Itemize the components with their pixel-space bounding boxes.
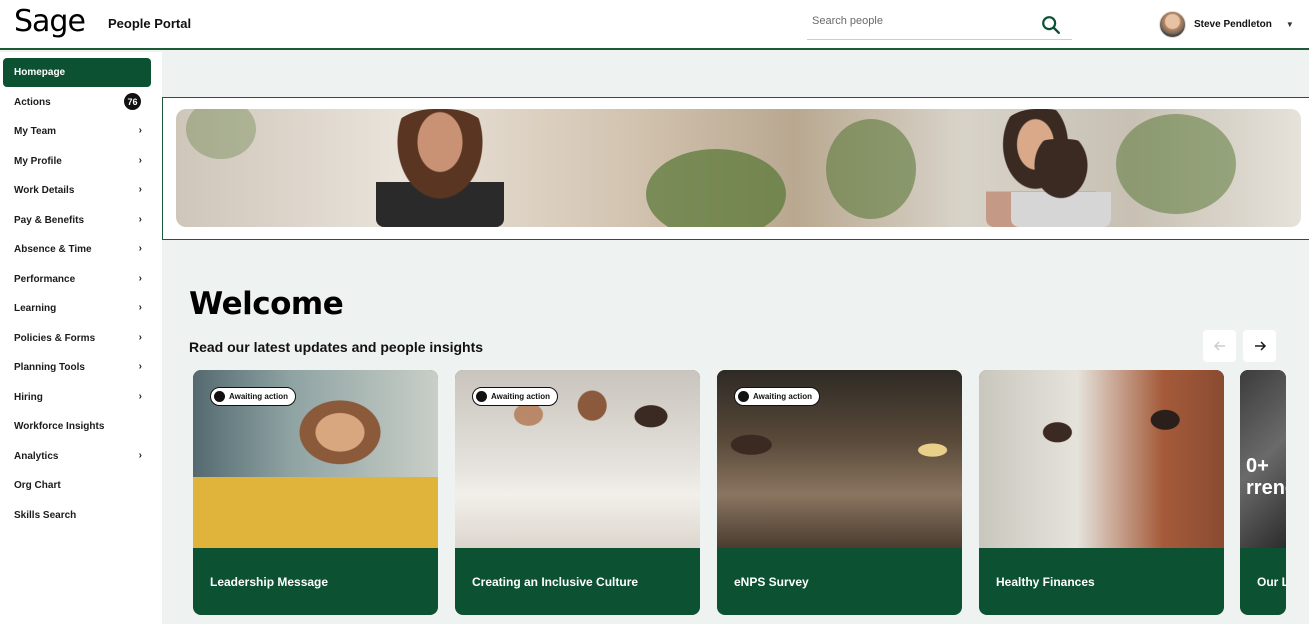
user-name: Steve Pendleton: [1194, 18, 1272, 30]
status-dot-icon: [738, 391, 749, 402]
card-title: Leadership Message: [210, 575, 329, 589]
sidebar-item-label: Org Chart: [14, 480, 61, 491]
status-dot-icon: [214, 391, 225, 402]
sidebar-item-label: Skills Search: [14, 510, 77, 521]
sidebar-item-my-profile[interactable]: My Profile ›: [3, 147, 151, 176]
sidebar-item-label: Workforce Insights: [14, 421, 105, 432]
card-inclusive-culture[interactable]: Awaiting action Creating an Inclusive Cu…: [455, 370, 700, 615]
sidebar-item-label: Pay & Benefits: [14, 215, 85, 226]
sidebar-item-label: Absence & Time: [14, 244, 92, 255]
hero-banner-image: [176, 109, 1301, 227]
sidebar-item-label: Homepage: [14, 67, 66, 78]
sidebar-item-homepage[interactable]: Homepage: [3, 58, 151, 87]
card-image: [979, 370, 1224, 548]
sidebar-item-label: Work Details: [14, 185, 75, 196]
actions-count-badge: 76: [124, 93, 141, 110]
card-enps-survey[interactable]: Awaiting action eNPS Survey: [717, 370, 962, 615]
sidebar-item-label: Policies & Forms: [14, 333, 96, 344]
status-label: Awaiting action: [753, 392, 812, 401]
card-healthy-finances[interactable]: Healthy Finances: [979, 370, 1224, 615]
status-badge: Awaiting action: [210, 387, 296, 406]
chevron-right-icon: ›: [138, 302, 142, 313]
top-header: Sage People Portal Steve Pendleton ▼: [0, 0, 1309, 50]
chevron-right-icon: ›: [138, 125, 142, 136]
card-title: Our L: [1257, 575, 1286, 589]
sidebar-item-org-chart[interactable]: Org Chart: [3, 471, 151, 500]
card-title: Creating an Inclusive Culture: [472, 575, 639, 589]
sidebar-item-analytics[interactable]: Analytics ›: [3, 442, 151, 471]
sidebar-item-skills-search[interactable]: Skills Search: [3, 501, 151, 530]
sidebar-item-workforce-insights[interactable]: Workforce Insights: [3, 412, 151, 441]
chevron-right-icon: ›: [138, 214, 142, 225]
chevron-right-icon: ›: [138, 332, 142, 343]
sidebar-item-label: Analytics: [14, 451, 59, 462]
caret-down-icon: ▼: [1285, 19, 1294, 29]
status-badge: Awaiting action: [472, 387, 558, 406]
hero-banner-frame: [162, 97, 1309, 240]
sidebar-nav: Homepage Actions 76 My Team › My Profile › …: [0, 52, 162, 624]
carousel-prev-button[interactable]: [1203, 330, 1236, 362]
chevron-right-icon: ›: [138, 184, 142, 195]
sidebar-item-label: Learning: [14, 303, 57, 314]
card-leadership-message[interactable]: Awaiting action Leadership Message: [193, 370, 438, 615]
chevron-right-icon: ›: [138, 243, 142, 254]
app-title: People Portal: [108, 16, 192, 31]
section-subtitle: Read our latest updates and people insig…: [189, 339, 484, 355]
sidebar-item-planning-tools[interactable]: Planning Tools ›: [3, 353, 151, 382]
sidebar-item-pay-benefits[interactable]: Pay & Benefits ›: [3, 206, 151, 235]
sidebar-item-learning[interactable]: Learning ›: [3, 294, 151, 323]
sidebar-item-absence-time[interactable]: Absence & Time ›: [3, 235, 151, 264]
card-partial[interactable]: 0+rrenc Our L: [1240, 370, 1286, 615]
sidebar-item-label: Planning Tools: [14, 362, 85, 373]
sage-logo[interactable]: Sage: [14, 4, 86, 39]
search-bar: [807, 8, 1072, 40]
card-overlay-line: rrenc: [1246, 477, 1286, 499]
sidebar-item-actions[interactable]: Actions 76: [3, 88, 151, 117]
card-overlay-line: 0+: [1246, 455, 1269, 477]
arrow-right-icon: [1254, 341, 1266, 351]
chevron-right-icon: ›: [138, 273, 142, 284]
carousel-next-button[interactable]: [1243, 330, 1276, 362]
status-label: Awaiting action: [229, 392, 288, 401]
chevron-right-icon: ›: [138, 391, 142, 402]
sidebar-item-policies-forms[interactable]: Policies & Forms ›: [3, 324, 151, 353]
sidebar-item-work-details[interactable]: Work Details ›: [3, 176, 151, 205]
chevron-right-icon: ›: [138, 155, 142, 166]
user-menu[interactable]: Steve Pendleton ▼: [1159, 10, 1294, 38]
card-title: eNPS Survey: [734, 575, 809, 589]
chevron-right-icon: ›: [138, 450, 142, 461]
sidebar-item-my-team[interactable]: My Team ›: [3, 117, 151, 146]
search-input[interactable]: [812, 15, 1032, 27]
search-icon[interactable]: [1040, 14, 1062, 36]
sidebar-item-hiring[interactable]: Hiring ›: [3, 383, 151, 412]
chevron-right-icon: ›: [138, 361, 142, 372]
avatar: [1159, 10, 1186, 38]
arrow-left-icon: [1213, 341, 1225, 351]
status-label: Awaiting action: [491, 392, 550, 401]
status-dot-icon: [476, 391, 487, 402]
card-overlay-text: 0+rrenc: [1246, 455, 1286, 499]
page-title: Welcome: [189, 286, 344, 322]
sidebar-item-label: My Team: [14, 126, 57, 137]
sidebar-item-label: Performance: [14, 274, 76, 285]
sidebar-item-performance[interactable]: Performance ›: [3, 265, 151, 294]
card-title: Healthy Finances: [996, 575, 1095, 589]
sidebar-item-label: Hiring: [14, 392, 43, 403]
sidebar-item-label: My Profile: [14, 156, 62, 167]
sidebar-item-label: Actions: [14, 97, 51, 108]
status-badge: Awaiting action: [734, 387, 820, 406]
